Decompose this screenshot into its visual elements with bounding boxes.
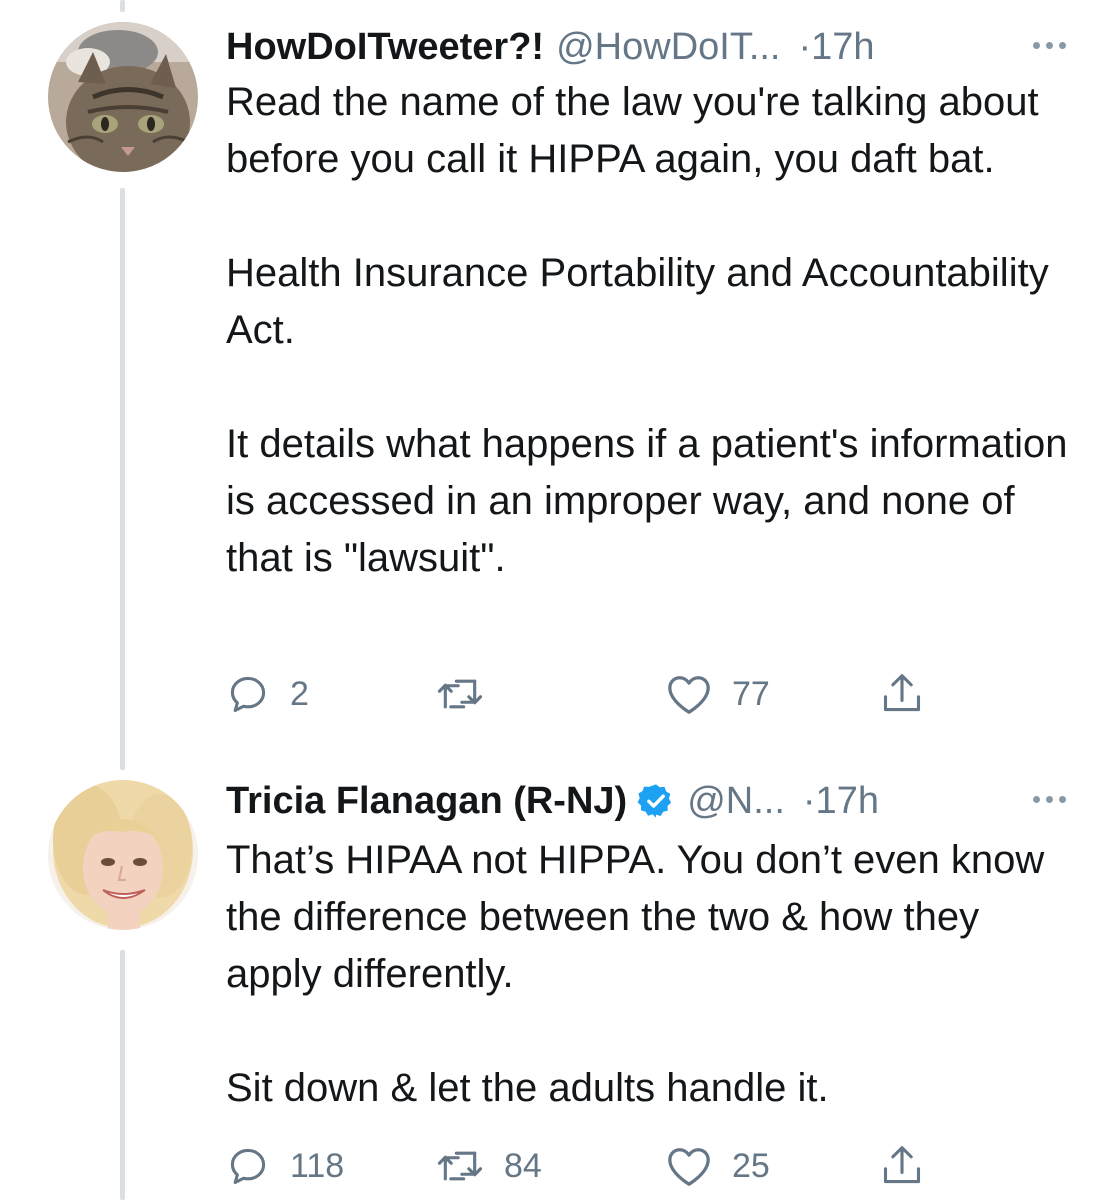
retweet-button[interactable] bbox=[436, 668, 504, 720]
reply-icon bbox=[230, 676, 266, 713]
avatar[interactable] bbox=[48, 780, 198, 930]
handle[interactable]: @HowDoIT... bbox=[556, 26, 780, 69]
thread-line-top bbox=[120, 0, 125, 12]
handle[interactable]: @N... bbox=[687, 780, 785, 823]
like-count: 77 bbox=[732, 674, 770, 713]
like-button[interactable]: 25 bbox=[666, 1140, 770, 1192]
more-icon[interactable] bbox=[1033, 30, 1066, 60]
reply-count: 118 bbox=[290, 1146, 345, 1185]
share-button[interactable] bbox=[880, 668, 924, 720]
avatar[interactable] bbox=[48, 22, 198, 172]
action-bar: 118 84 25 bbox=[226, 1140, 946, 1192]
tweet[interactable]: HowDoITweeter?! @HowDoIT... ·17h Read th… bbox=[0, 22, 1110, 722]
share-button[interactable] bbox=[880, 1140, 924, 1192]
action-bar: 2 77 bbox=[226, 668, 946, 720]
display-name[interactable]: Tricia Flanagan (R-NJ) bbox=[226, 780, 627, 823]
heart-icon bbox=[668, 676, 710, 714]
woman-avatar-image bbox=[48, 780, 198, 930]
heart-icon bbox=[668, 1148, 710, 1186]
retweet-icon bbox=[437, 1151, 483, 1181]
retweet-icon bbox=[437, 679, 483, 709]
verified-badge-icon bbox=[637, 782, 675, 820]
tweet[interactable]: Tricia Flanagan (R-NJ) @N... ·17h That’s… bbox=[0, 776, 1110, 1200]
reply-button[interactable]: 2 bbox=[226, 668, 309, 720]
tweet-header: HowDoITweeter?! @HowDoIT... ·17h bbox=[226, 22, 1066, 72]
tweet-paragraph: Sit down & let the adults handle it. bbox=[226, 1066, 829, 1110]
share-icon bbox=[883, 674, 921, 712]
like-button[interactable]: 77 bbox=[666, 668, 770, 720]
retweet-button[interactable]: 84 bbox=[436, 1140, 542, 1192]
cat-avatar-image bbox=[48, 22, 198, 172]
tweet-text: Read the name of the law you're talking … bbox=[226, 74, 1076, 587]
display-name[interactable]: HowDoITweeter?! bbox=[226, 26, 544, 69]
reply-count: 2 bbox=[290, 674, 309, 713]
retweet-count: 84 bbox=[504, 1146, 542, 1185]
tweet-paragraph: Health Insurance Portability and Account… bbox=[226, 251, 1049, 352]
tweet-header: Tricia Flanagan (R-NJ) @N... ·17h bbox=[226, 776, 1066, 826]
reply-icon bbox=[230, 1148, 266, 1185]
tweet-paragraph: That’s HIPAA not HIPPA. You don’t even k… bbox=[226, 838, 1045, 996]
tweet-text: That’s HIPAA not HIPPA. You don’t even k… bbox=[226, 832, 1076, 1117]
tweet-paragraph: It details what happens if a patient's i… bbox=[226, 422, 1068, 580]
reply-button[interactable]: 118 bbox=[226, 1140, 344, 1192]
tweet-paragraph: Read the name of the law you're talking … bbox=[226, 80, 1039, 181]
timestamp[interactable]: ·17h bbox=[799, 26, 875, 69]
timestamp[interactable]: ·17h bbox=[803, 780, 879, 823]
share-icon bbox=[883, 1146, 921, 1184]
like-count: 25 bbox=[732, 1146, 770, 1185]
more-icon[interactable] bbox=[1033, 784, 1066, 814]
